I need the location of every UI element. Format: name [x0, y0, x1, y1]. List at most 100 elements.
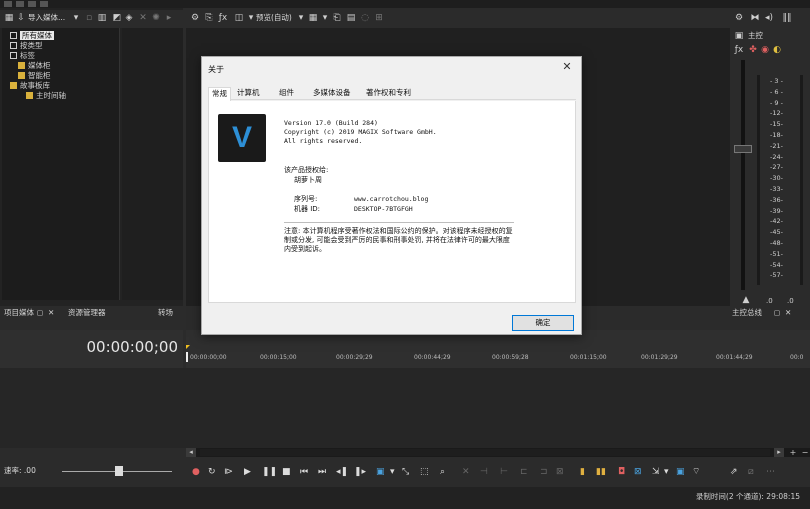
lock-envelopes-icon[interactable]: ▣ — [676, 466, 685, 478]
timeline-scrollbar[interactable]: ◂ ▸ + − — [186, 448, 810, 457]
lock-icon[interactable]: ⊠ — [556, 466, 564, 478]
copy-snapshot-icon[interactable]: ⎘ — [204, 13, 214, 23]
fx-icon[interactable]: ƒx — [734, 45, 744, 55]
playhead-line[interactable] — [186, 352, 188, 362]
tree-item-all-media[interactable]: 所有媒体 — [10, 31, 54, 41]
effects-icon[interactable]: ✺ — [151, 13, 161, 23]
menu-icon[interactable] — [4, 1, 12, 7]
marker-icon[interactable]: ▮ — [580, 466, 585, 478]
delete-icon[interactable]: ✕ — [462, 466, 470, 478]
go-to-end-icon[interactable]: ⏭ — [318, 466, 326, 478]
undock-icon[interactable]: ◻ — [774, 308, 780, 318]
media-list-pane[interactable] — [122, 28, 183, 300]
play-icon[interactable]: ▶ — [244, 466, 251, 478]
normal-edit-tool-icon[interactable]: ▣ — [376, 466, 385, 478]
chevron-down-icon[interactable]: ▾ — [320, 13, 330, 23]
rate-slider-handle[interactable] — [115, 466, 123, 476]
track-area[interactable] — [0, 368, 810, 448]
crossfade-icon[interactable]: ⇗ — [730, 466, 738, 478]
chevron-down-icon[interactable]: ▾ — [664, 466, 669, 478]
chevron-down-icon[interactable]: ▾ — [296, 13, 306, 23]
snap-icon[interactable]: ◌ — [360, 13, 370, 23]
tab-multimedia-devices[interactable]: 多媒体设备 — [310, 87, 354, 100]
master-fader-handle[interactable] — [734, 145, 752, 153]
meter-icon[interactable]: ‖‖ — [782, 13, 792, 23]
scroll-left-icon[interactable]: ◂ — [186, 448, 196, 457]
tab-transitions[interactable]: 转场 — [158, 308, 173, 318]
menu-icon[interactable] — [28, 1, 36, 7]
copy-icon[interactable]: ⎗ — [332, 13, 342, 23]
scroll-right-icon[interactable]: ▸ — [774, 448, 784, 457]
record-icon[interactable]: ◉ — [760, 45, 770, 55]
stop-icon[interactable]: ■ — [282, 466, 291, 478]
scroll-thumb[interactable] — [200, 449, 770, 456]
undock-icon[interactable]: ◻ — [37, 308, 43, 318]
ok-button[interactable]: 确定 — [512, 315, 574, 331]
chevron-down-icon[interactable]: ▾ — [71, 13, 81, 23]
tree-item-tags[interactable]: 标签 — [10, 51, 35, 61]
tree-item-storyboard-bins[interactable]: 故事板库 — [10, 81, 50, 91]
ignore-grouping-icon[interactable]: ⌔ — [692, 466, 700, 478]
split-screen-icon[interactable]: ◫ — [234, 13, 244, 23]
menu-icon[interactable] — [40, 1, 48, 7]
get-media-icon[interactable]: ◩ — [112, 13, 122, 23]
speaker-icon[interactable]: ◂) — [764, 13, 774, 23]
trim-start-icon[interactable]: ⊏ — [520, 466, 528, 478]
auto-ripple-icon[interactable]: ⊠ — [634, 466, 642, 478]
more-icon[interactable]: ⋯ — [766, 466, 775, 478]
loop-icon[interactable]: ↻ — [208, 466, 216, 478]
save-snapshot-icon[interactable]: ▤ — [346, 13, 356, 23]
timeline-ruler[interactable]: 00:00:00;00 00:00:15;00 00:00:29;29 00:0… — [186, 330, 810, 368]
go-to-start-icon[interactable]: ⏮ — [300, 466, 308, 478]
prev-frame-icon[interactable]: ◂❚ — [336, 466, 348, 478]
next-frame-icon[interactable]: ❚▸ — [354, 466, 366, 478]
snapping-icon[interactable]: ◘ — [618, 466, 625, 478]
tab-computer[interactable]: 计算机 — [234, 87, 263, 100]
overlays-icon[interactable]: ▦ — [308, 13, 318, 23]
tab-project-media[interactable]: 项目媒体 — [4, 308, 34, 318]
import-media-button[interactable]: 导入媒体... — [28, 13, 65, 23]
close-icon[interactable]: ✕ — [785, 308, 791, 318]
import-icon[interactable]: ⇩ — [16, 13, 26, 23]
split-icon[interactable]: ⊢ — [500, 466, 508, 478]
zoom-tool-icon[interactable]: ⌕ — [440, 466, 445, 478]
trim-end-icon[interactable]: ⊐ — [540, 466, 548, 478]
master-checkbox-icon[interactable]: ▣ — [734, 31, 744, 41]
preview-quality-select[interactable]: 预览(自动) — [256, 13, 292, 23]
tree-item-smart-bins[interactable]: 智能柜 — [18, 71, 51, 81]
tree-item-by-type[interactable]: 按类型 — [10, 41, 43, 51]
selection-tool-icon[interactable]: ⬚ — [420, 466, 429, 478]
zoom-in-icon[interactable]: + — [788, 448, 798, 457]
grid-icon[interactable]: ▦ — [4, 13, 14, 23]
fx-icon[interactable]: ƒx — [218, 13, 228, 23]
playhead-marker[interactable] — [186, 345, 190, 349]
region-icon[interactable]: ▮▮ — [596, 466, 606, 478]
tab-explorer[interactable]: 资源管理器 — [68, 308, 106, 318]
pause-icon[interactable]: ❚❚ — [262, 466, 277, 478]
trim-icon[interactable]: ⊣ — [480, 466, 488, 478]
envelope-icon[interactable]: ◐ — [772, 45, 782, 55]
plugin-icon[interactable]: ✤ — [748, 45, 758, 55]
tab-copyright-patents[interactable]: 著作权和专利 — [363, 87, 414, 100]
chevron-down-icon[interactable]: ▾ — [390, 466, 395, 478]
auto-preview-icon[interactable]: ▸ — [164, 13, 174, 23]
auto-crossfade-icon[interactable]: ⧄ — [748, 466, 754, 478]
tab-general[interactable]: 常规 — [208, 87, 231, 101]
zoom-out-icon[interactable]: − — [800, 448, 810, 457]
record-icon[interactable]: ● — [192, 466, 200, 478]
tree-item-main-timeline[interactable]: 主时间轴 — [26, 91, 66, 101]
settings-icon[interactable]: ⚙ — [190, 13, 200, 23]
close-icon[interactable]: ✕ — [48, 308, 54, 318]
timecode-display[interactable]: 00:00:00;00 — [0, 338, 178, 356]
close-icon[interactable]: ✕ — [559, 60, 575, 74]
play-from-start-icon[interactable]: ⧐ — [224, 466, 233, 478]
settings-icon[interactable]: ⚙ — [734, 13, 744, 23]
master-fader-track[interactable] — [741, 60, 745, 290]
ripple-options-icon[interactable]: ⇲ — [652, 466, 660, 478]
envelope-tool-icon[interactable]: ⤡ — [402, 466, 409, 478]
remove-icon[interactable]: ▫ — [84, 13, 94, 23]
tree-item-media-bins[interactable]: 媒体柜 — [18, 61, 51, 71]
capture-icon[interactable]: ▥ — [97, 13, 107, 23]
properties-icon[interactable]: ◈ — [124, 13, 134, 23]
tab-components[interactable]: 组件 — [276, 87, 297, 100]
